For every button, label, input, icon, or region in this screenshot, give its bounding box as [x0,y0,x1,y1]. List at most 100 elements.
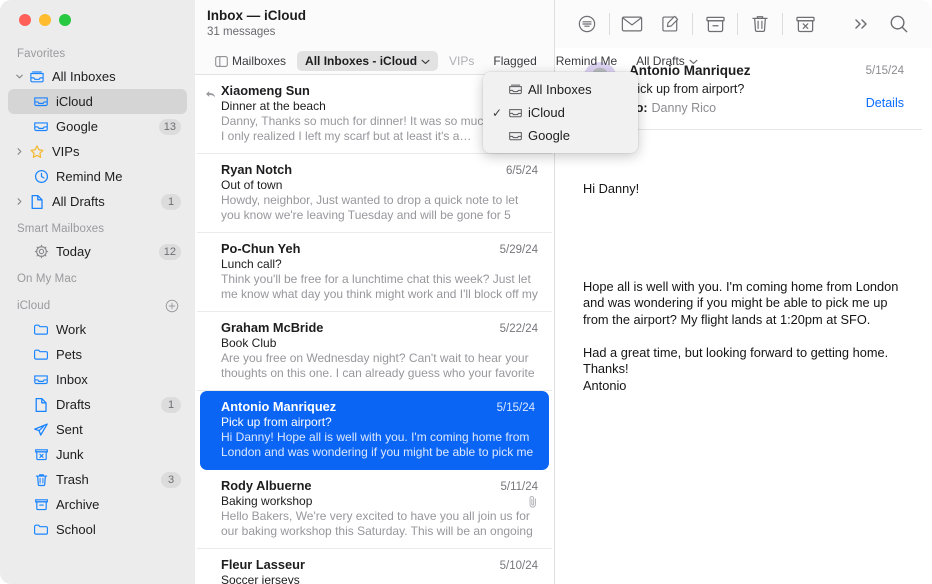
page-title: Inbox — iCloud [207,7,554,24]
message-date: 6/5/24 [498,165,538,177]
sidebar-item-label: Junk [56,447,187,462]
reply-icon [205,86,216,104]
sidebar-item-archive[interactable]: Archive [8,492,187,517]
sidebar-item-vips[interactable]: VIPs [8,139,187,164]
sidebar-item-label: Google [56,119,159,134]
sidebar-item-trash[interactable]: Trash 3 [8,467,187,492]
sidebar-item-remind-me[interactable]: Remind Me [8,164,187,189]
archive-icon[interactable] [696,9,734,39]
sidebar: Favorites All Inboxes [0,0,195,584]
filter-icon[interactable] [568,9,606,39]
message-sender: Xiaomeng Sun [221,83,310,98]
message-date: 5/15/24 [489,402,535,414]
attachment-icon [528,495,538,508]
filter-label: Remind Me [556,54,617,68]
table-row-selected[interactable]: Antonio Manriquez 5/15/24 Pick up from a… [200,391,549,470]
minimize-button[interactable] [39,14,51,26]
sidebar-item-pets[interactable]: Pets [8,342,187,367]
message-preview: Howdy, neighbor, Just wanted to drop a q… [221,193,538,223]
inbox-icon [30,373,52,386]
sidebar-item-all-drafts[interactable]: All Drafts 1 [8,189,187,214]
chevron-down-icon[interactable] [12,72,26,81]
filter-bar: Mailboxes All Inboxes - iCloud VIPs Flag… [195,48,554,75]
message-sender: Antonio Manriquez [221,399,336,414]
sidebar-section-label: iCloud [17,300,50,312]
compose-icon[interactable] [651,9,689,39]
message-subject: Lunch call? [221,257,282,271]
folder-icon [30,323,52,336]
sidebar-section-smart-mailboxes: Smart Mailboxes [0,214,195,239]
sidebar-item-junk[interactable]: Junk [8,442,187,467]
chevron-right-icon[interactable] [12,147,26,156]
sidebar-item-all-inboxes[interactable]: All Inboxes [8,64,187,89]
plus-circle-icon[interactable] [164,298,179,313]
mark-unread-icon[interactable] [613,9,651,39]
body-greeting: Hi Danny! [583,181,914,198]
gear-icon [30,244,52,259]
table-row[interactable]: Ryan Notch 6/5/24 Out of town Howdy, nei… [197,154,552,233]
unread-badge: 13 [159,119,181,135]
sidebar-item-drafts[interactable]: Drafts 1 [8,392,187,417]
message-date: 5/11/24 [492,481,538,493]
unread-badge: 1 [161,397,181,413]
checkmark-icon: ✓ [489,106,505,120]
message-preview: Are you free on Wednesday night? Can't w… [221,351,538,381]
more-icon[interactable] [842,9,880,39]
mail-window: Favorites All Inboxes [0,0,932,584]
message-subject: Baking workshop [221,494,312,508]
draft-icon [30,397,52,413]
chevron-down-icon [689,54,698,68]
toolbar-divider [609,13,610,35]
filter-all-inboxes-icloud[interactable]: All Inboxes - iCloud [297,51,438,71]
message-date: 5/10/24 [492,560,538,572]
sidebar-section-on-my-mac: On My Mac [0,264,195,289]
filter-mailboxes[interactable]: Mailboxes [207,51,294,71]
draft-icon [26,194,48,210]
chevron-down-icon [421,54,430,68]
sent-icon [30,422,52,438]
delete-icon[interactable] [741,9,779,39]
message-sender: Graham McBride [221,320,323,335]
message-subject: Dinner at the beach [221,99,326,113]
sidebar-item-inbox[interactable]: Inbox [8,367,187,392]
zoom-button[interactable] [59,14,71,26]
to-value: Danny Rico [652,101,717,115]
table-row[interactable]: Graham McBride 5/22/24 Book Club Are you… [197,312,552,391]
sidebar-item-label: Work [56,322,187,337]
menu-item-label: Google [528,128,570,143]
close-button[interactable] [19,14,31,26]
filter-label: Mailboxes [232,54,286,68]
sidebar-item-school[interactable]: School [8,517,187,542]
filter-vips[interactable]: VIPs [441,51,482,71]
menu-item-icloud[interactable]: ✓ iCloud [483,101,638,124]
details-link[interactable]: Details [866,96,904,110]
message-subject: Soccer jerseys [221,573,300,584]
inbox-icon [30,95,52,108]
all-inboxes-icon [26,70,48,84]
message-preview: Think you'll be free for a lunchtime cha… [221,272,538,302]
chevron-right-icon[interactable] [12,197,26,206]
table-row[interactable]: Fleur Lasseur 5/10/24 Soccer jerseys Are… [197,549,552,584]
sidebar-item-work[interactable]: Work [8,317,187,342]
message-date: 5/22/24 [492,323,538,335]
sidebar-item-sent[interactable]: Sent [8,417,187,442]
filter-all-drafts[interactable]: All Drafts [628,51,706,71]
message-preview: Hello Bakers, We're very excited to have… [221,509,538,539]
folder-icon [30,523,52,536]
mailbox-dropdown-menu[interactable]: All Inboxes ✓ iCloud [483,72,638,153]
message-body: Hi Danny! Hope all is well with you. I'm… [555,130,932,427]
junk-icon[interactable] [786,9,824,39]
menu-item-google[interactable]: Google [483,124,638,147]
table-row[interactable]: Po-Chun Yeh 5/29/24 Lunch call? Think yo… [197,233,552,312]
sidebar-item-icloud[interactable]: iCloud [8,89,187,114]
filter-flagged[interactable]: Flagged [485,51,544,71]
sidebar-item-today[interactable]: Today 12 [8,239,187,264]
search-icon[interactable] [880,9,918,39]
sidebar-item-label: Today [56,244,159,259]
clock-icon [30,169,52,184]
sidebar-item-label: iCloud [56,94,187,109]
filter-remind-me[interactable]: Remind Me [548,51,625,71]
menu-item-all-inboxes[interactable]: All Inboxes [483,78,638,101]
table-row[interactable]: Rody Albuerne 5/11/24 Baking workshop He… [197,470,552,549]
sidebar-item-google[interactable]: Google 13 [8,114,187,139]
